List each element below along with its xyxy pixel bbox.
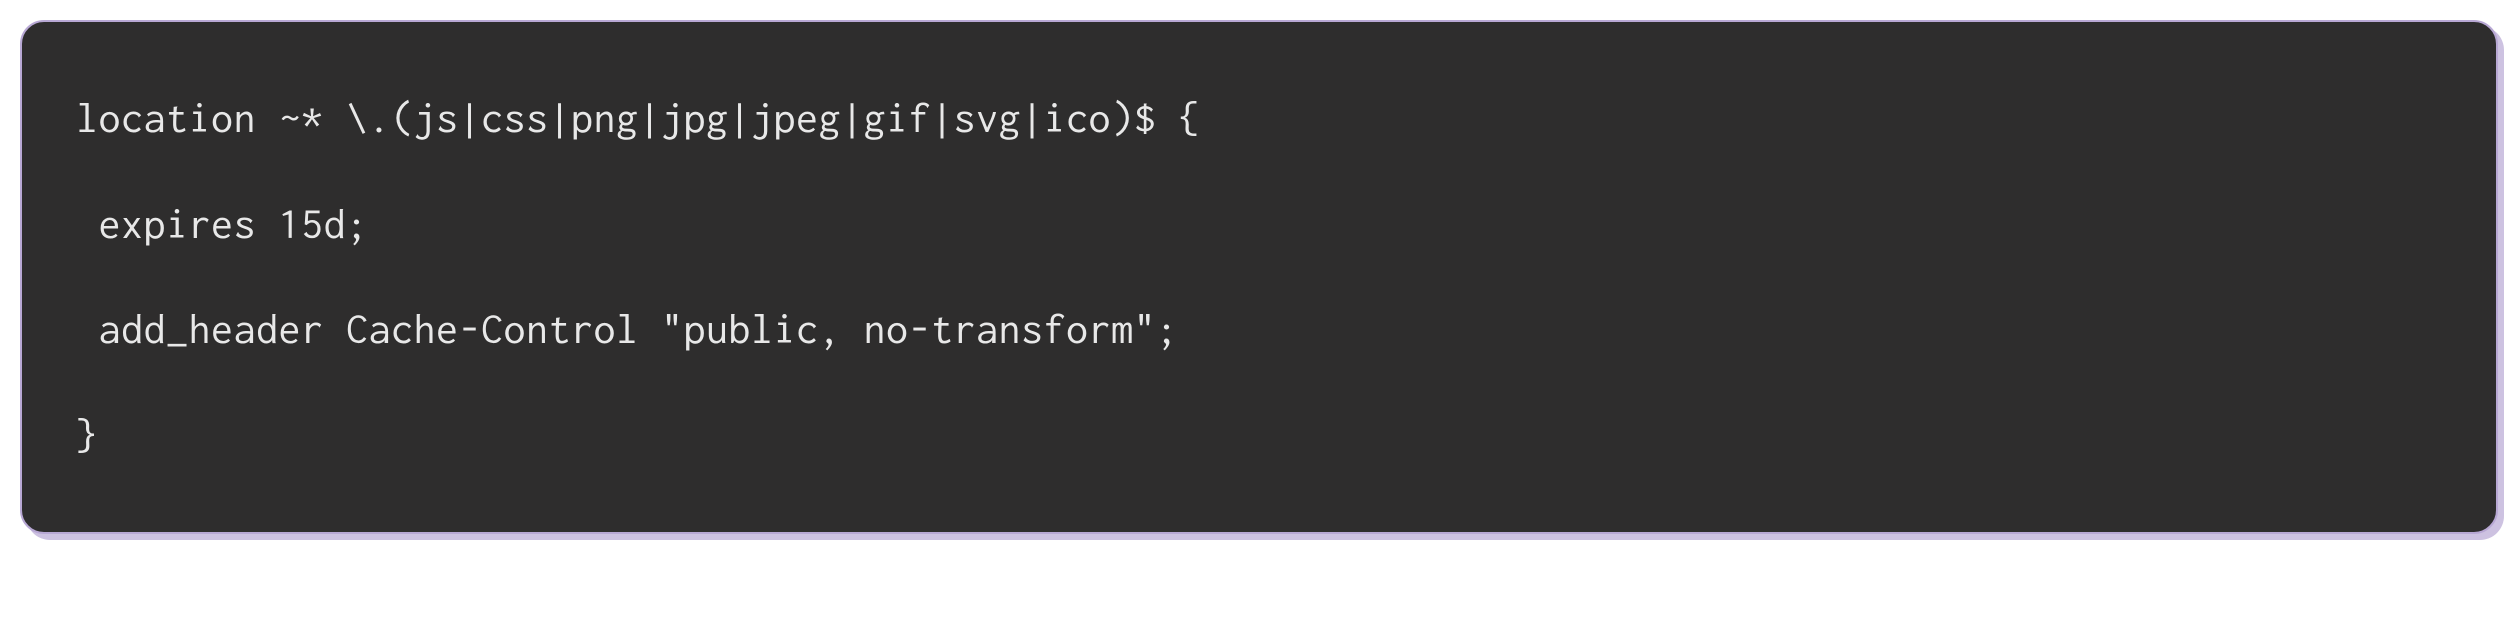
- code-line: add_header Cache-Control "public, no-tra…: [76, 277, 2442, 383]
- code-block: location ~* \.(js|css|png|jpg|jpeg|gif|s…: [20, 20, 2498, 534]
- code-line: }: [76, 383, 2442, 489]
- code-line: location ~* \.(js|css|png|jpg|jpeg|gif|s…: [76, 66, 2442, 172]
- code-line: expires 15d;: [76, 172, 2442, 278]
